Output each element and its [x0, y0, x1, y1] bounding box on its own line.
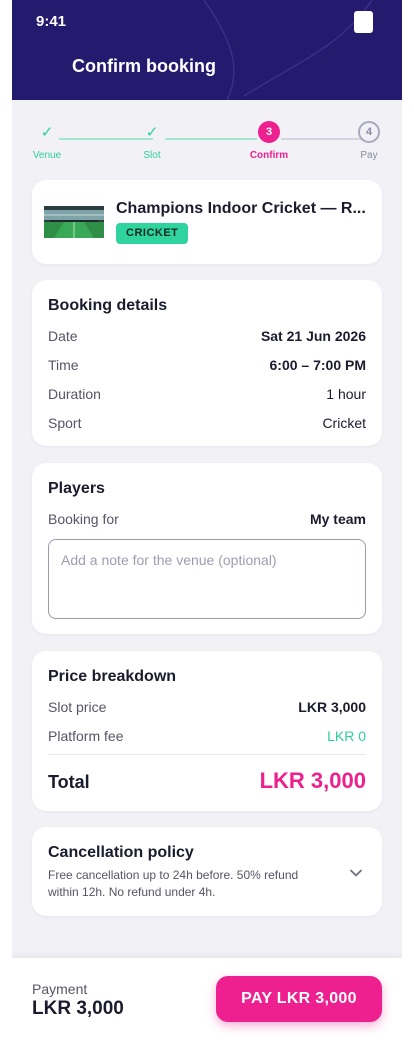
total-value: LKR 3,000	[259, 768, 366, 793]
battery-icon	[354, 11, 373, 33]
phone-screen: 9:41 Confirm booking ✓ Venue ✓ Slot 3 Co…	[12, 0, 402, 1059]
step-pay: 4 Pay	[339, 121, 399, 161]
payment-bar: Payment LKR 3,000 PAY LKR 3,000	[12, 958, 402, 1059]
cancellation-policy-card[interactable]: Cancellation policy Free cancellation up…	[32, 827, 382, 916]
booking-details-title: Booking details	[48, 297, 168, 314]
detail-value-date: Sat 21 Jun 2026	[260, 328, 366, 344]
detail-value-duration: 1 hour	[326, 386, 366, 402]
header-decoration	[203, 0, 373, 100]
divider	[48, 754, 366, 755]
price-breakdown-title: Price breakdown	[48, 668, 177, 685]
detail-label-sport: Sport	[48, 415, 82, 431]
venue-name: Champions Indoor Cricket — R...	[116, 200, 366, 217]
page-title: Confirm booking	[72, 56, 216, 76]
slot-price-value: LKR 3,000	[298, 699, 366, 715]
chevron-down-icon[interactable]	[348, 865, 364, 881]
step-slot[interactable]: ✓ Slot	[122, 121, 182, 161]
step-venue[interactable]: ✓ Venue	[17, 121, 77, 161]
detail-value-time: 6:00 – 7:00 PM	[269, 357, 367, 373]
check-icon: ✓	[145, 124, 159, 141]
detail-label-time: Time	[48, 357, 79, 373]
venue-note-input[interactable]	[48, 539, 366, 619]
step-label: Venue	[32, 150, 62, 161]
total-label: Total	[48, 772, 90, 792]
booking-for-label: Booking for	[48, 511, 119, 527]
venue-thumbnail	[44, 206, 104, 238]
venue-card[interactable]: Champions Indoor Cricket — R... CRICKET	[32, 180, 382, 264]
step-number: 4	[358, 121, 380, 143]
platform-fee-label: Platform fee	[48, 728, 124, 744]
header: 9:41 Confirm booking	[12, 0, 402, 100]
step-label: Pay	[360, 150, 378, 161]
booking-details-card: Booking details Date Sat 21 Jun 2026 Tim…	[32, 280, 382, 446]
payment-amount: LKR 3,000	[32, 998, 124, 1019]
step-number: 3	[258, 121, 280, 143]
price-breakdown-card: Price breakdown Slot price LKR 3,000 Pla…	[32, 651, 382, 811]
slot-price-label: Slot price	[48, 699, 107, 715]
platform-fee-value: LKR 0	[327, 728, 366, 744]
step-label: Confirm	[249, 150, 289, 161]
detail-label-date: Date	[48, 328, 78, 344]
detail-label-duration: Duration	[48, 386, 101, 402]
booking-stepper: ✓ Venue ✓ Slot 3 Confirm 4 Pay	[12, 118, 402, 168]
cancellation-policy-title: Cancellation policy	[48, 844, 194, 861]
detail-value-sport: Cricket	[322, 415, 366, 431]
step-label: Slot	[143, 150, 161, 161]
players-card: Players Booking for My team	[32, 463, 382, 634]
sport-badge: CRICKET	[116, 223, 189, 244]
pay-button[interactable]: PAY LKR 3,000	[216, 976, 382, 1022]
booking-for-value[interactable]: My team	[310, 511, 366, 527]
check-icon: ✓	[40, 124, 54, 141]
status-time: 9:41	[36, 13, 67, 30]
step-confirm: 3 Confirm	[239, 121, 299, 161]
payment-label: Payment	[32, 981, 88, 997]
players-title: Players	[48, 480, 105, 497]
cancellation-policy-text: Free cancellation up to 24h before. 50% …	[48, 868, 299, 899]
